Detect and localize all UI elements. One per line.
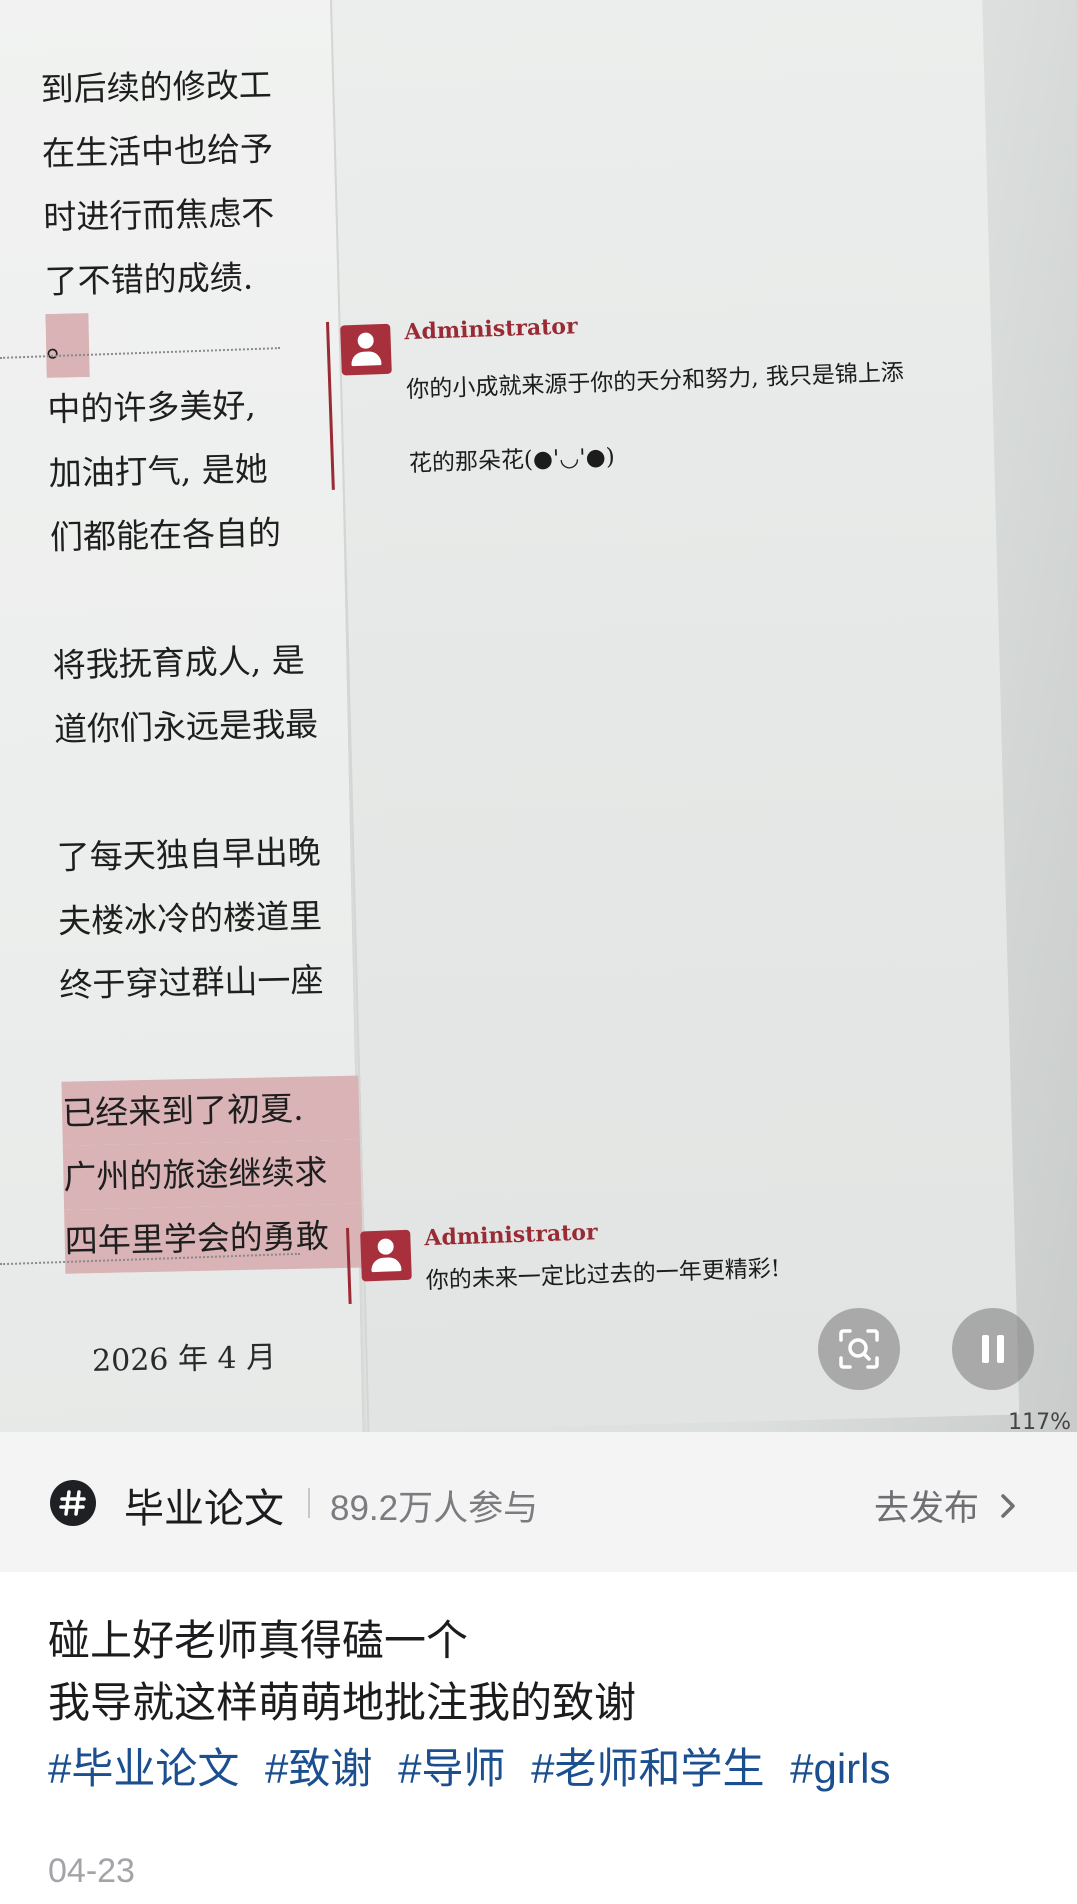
chevron-right-icon	[1001, 1493, 1015, 1518]
visual-search-button[interactable]	[818, 1308, 900, 1390]
pause-button[interactable]	[952, 1308, 1034, 1390]
caption-line: 碰上好老师真得磕一个	[48, 1617, 469, 1664]
thesis-line: 时进行而焦虑不	[42, 193, 275, 237]
caption-line: 我导就这样萌萌地批注我的致谢	[48, 1679, 637, 1726]
comment-text: 你的未来一定比过去的一年更精彩!	[425, 1249, 780, 1301]
comment-text-line: 你的未来一定比过去的一年更精彩!	[425, 1255, 781, 1295]
comment-author: Administrator	[403, 313, 579, 346]
divider	[308, 1488, 310, 1518]
thesis-line: 将我抚育成人, 是	[52, 640, 306, 685]
thesis-text: 到后续的修改工 在生活中也给予 时进行而焦虑不 了不错的成绩. 。中的许多美好, 加油打气…	[40, 52, 366, 1274]
thesis-line	[60, 1012, 361, 1082]
thesis-line: 终于穿过群山一座	[59, 960, 324, 1005]
topic-bar[interactable]: 毕业论文 89.2万人参与 去发布	[0, 1432, 1077, 1572]
hashtag-list: #毕业论文 #致谢 #导师 #老师和学生 #girls	[48, 1738, 1038, 1800]
comment-text: 你的小成就来源于你的天分和努力, 我只是锦上添 花的那朵花(●'◡'●)	[405, 336, 907, 501]
topic-name[interactable]: 毕业论文	[124, 1476, 284, 1534]
thesis-date: 2026 年 4 月	[91, 1340, 277, 1379]
thesis-line: 四年里学会的勇敢	[64, 1203, 366, 1274]
thesis-line	[51, 564, 352, 634]
hashtag-link[interactable]: #girls	[790, 1745, 890, 1792]
thesis-line: 夫楼冰冷的楼道里	[57, 896, 323, 941]
pause-icon	[982, 1335, 1004, 1363]
comment-author: Administrator	[423, 1219, 599, 1252]
document-photo: 到后续的修改工 在生活中也给予 时进行而焦虑不 了不错的成绩. 。中的许多美好, 加油打气…	[0, 0, 1077, 1432]
comment-1[interactable]: Administrator 你的小成就来源于你的天分和努力, 我只是锦上添 花的…	[326, 300, 972, 492]
thesis-line: 到后续的修改工	[40, 65, 273, 109]
thesis-line: 已经来到了初夏.	[61, 1075, 363, 1146]
thesis-line-highlight: 。	[45, 313, 90, 378]
thesis-line: 们都能在各自的	[49, 513, 282, 557]
thesis-line: 。	[45, 308, 346, 378]
thesis-line: 在生活中也给予	[41, 129, 274, 173]
user-avatar-icon	[340, 323, 392, 376]
topic-participant-count: 89.2万人参与	[330, 1489, 539, 1528]
thesis-line: 了不错的成绩.	[44, 257, 254, 301]
publish-label: 去发布	[873, 1489, 979, 1528]
thesis-line: 了每天独自早出晚	[56, 832, 322, 877]
hashtag-link[interactable]: #导师	[398, 1745, 505, 1792]
hashtag-icon	[50, 1480, 96, 1526]
hashtag-link[interactable]: #致谢	[265, 1745, 372, 1792]
thesis-line: 广州的旅途继续求	[62, 1139, 365, 1210]
post-caption: 碰上好老师真得磕一个 我导就这样萌萌地批注我的致谢 #毕业论文 #致谢 #导师 …	[48, 1610, 1038, 1800]
thesis-line	[55, 756, 356, 826]
thesis-line: 加油打气, 是她	[48, 449, 269, 493]
post-date: 04-23	[48, 1852, 135, 1890]
hashtag-link[interactable]: #毕业论文	[48, 1745, 239, 1792]
hashtag-link[interactable]: #老师和学生	[531, 1745, 764, 1792]
thesis-line: 中的许多美好,	[46, 385, 257, 429]
publish-button[interactable]: 去发布	[874, 1480, 1017, 1531]
thesis-line: 道你们永远是我最	[53, 704, 319, 749]
visual-search-icon	[839, 1329, 879, 1369]
zoom-level: 117%	[1008, 1410, 1071, 1432]
user-avatar-icon	[360, 1229, 412, 1282]
